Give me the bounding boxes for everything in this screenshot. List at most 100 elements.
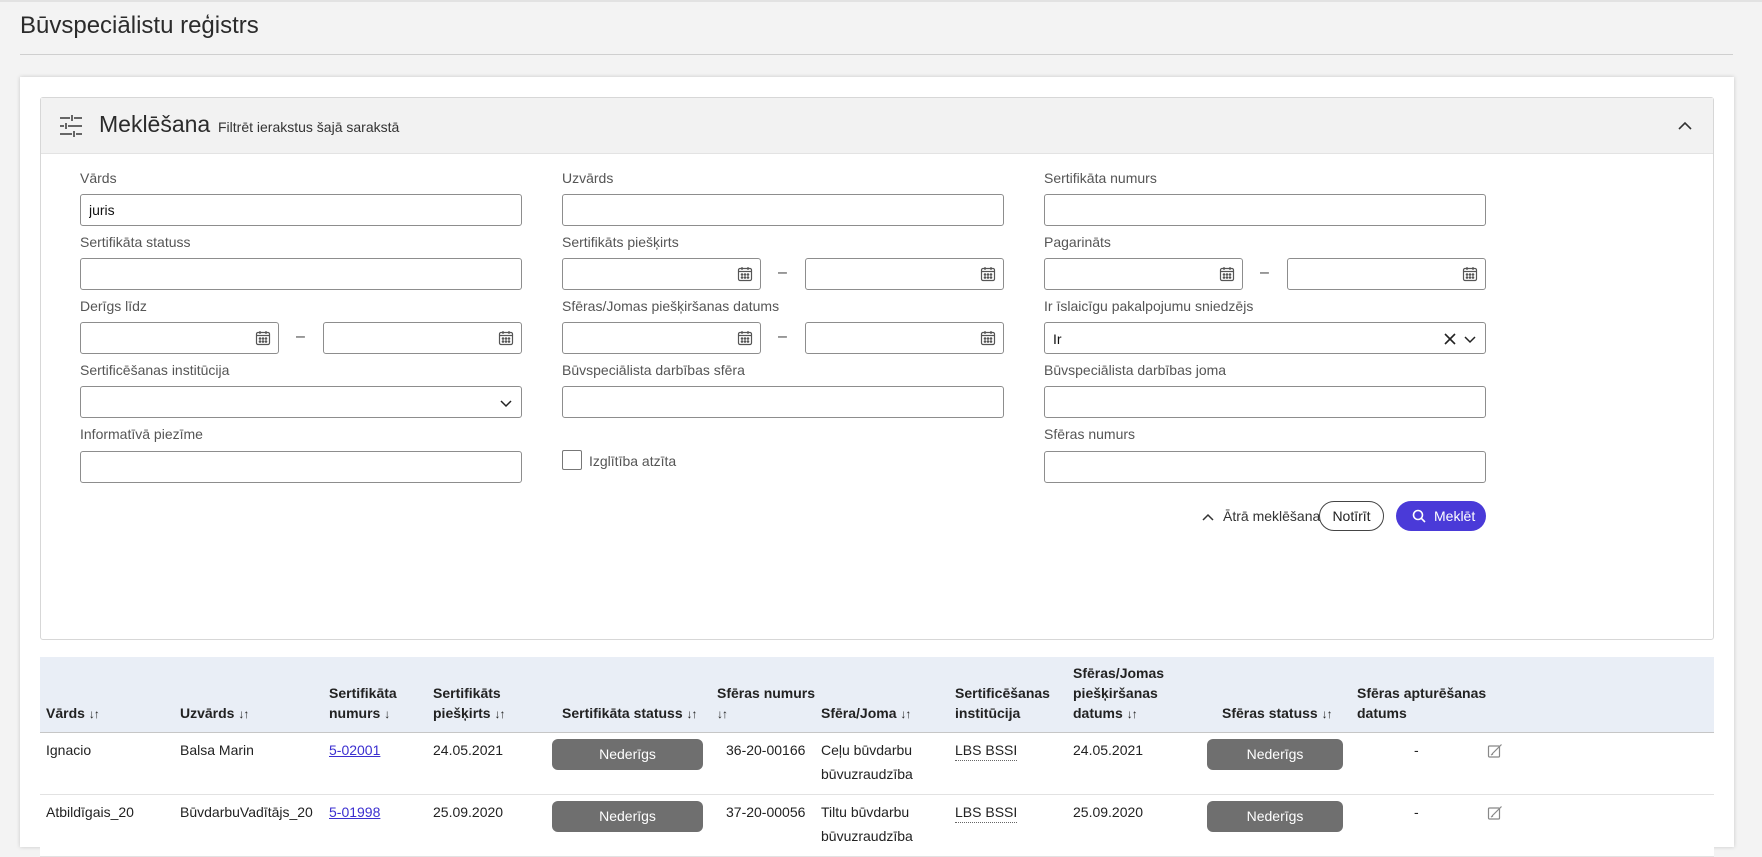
cell-uzvards: BūvdarbuVadītājs_20 (180, 804, 313, 820)
sert-statuss-input[interactable] (80, 258, 522, 290)
col-sferas-datums-label-3: datums (1073, 705, 1123, 721)
piezime-label: Informatīvā piezīme (80, 426, 203, 442)
calendar-icon[interactable] (1219, 266, 1235, 282)
derigs-lidz-from-date[interactable] (80, 322, 279, 354)
search-title: Meklēšana (99, 111, 211, 137)
edit-icon[interactable] (1487, 743, 1503, 759)
sort-down-icon: ↓ (384, 707, 390, 721)
uzvards-label: Uzvārds (562, 170, 614, 186)
collapse-search-button[interactable] (1675, 116, 1695, 136)
sert-statuss-label: Sertifikāta statuss (80, 234, 191, 250)
title-divider (20, 54, 1733, 55)
institucija-select[interactable] (80, 386, 522, 418)
vards-label: Vārds (80, 170, 117, 186)
sferas-datums-label: Sfēras/Jomas piešķiršanas datums (562, 298, 780, 314)
col-institucija-label-1: Sertificēšanas (955, 685, 1050, 701)
cell-sert-pieskirts: 24.05.2021 (433, 742, 504, 758)
search-button[interactable]: Meklēt (1396, 501, 1486, 531)
status-badge: Nederīgs (1207, 739, 1343, 770)
sert-numurs-label: Sertifikāta numurs (1044, 170, 1157, 186)
sert-numurs-input[interactable] (1044, 194, 1486, 226)
uzvards-input[interactable] (562, 194, 1004, 226)
col-sfera-joma[interactable]: Sfēra/Joma ↓↑ (821, 703, 911, 724)
sferas-numurs-label: Sfēras numurs (1044, 426, 1136, 442)
izglitiba-label[interactable]: Izglītība atzīta (589, 453, 676, 469)
quick-search-label: Ātrā meklēšana (1223, 508, 1321, 524)
col-apturesanas[interactable]: Sfēras apturēšanas datums (1357, 683, 1486, 723)
filter-sliders-icon (60, 115, 82, 137)
col-sferas-numurs[interactable]: Sfēras numurs ↓↑ (717, 683, 815, 724)
sort-icon: ↓↑ (88, 707, 100, 721)
col-sferas-datums[interactable]: Sfēras/Jomas piešķiršanas datums ↓↑ (1073, 663, 1164, 724)
cell-vards: Ignacio (46, 742, 92, 758)
col-sert-statuss[interactable]: Sertifikāta statuss ↓↑ (562, 703, 698, 724)
col-uzvards[interactable]: Uzvārds ↓↑ (180, 703, 249, 724)
derigs-lidz-to-date[interactable] (323, 322, 522, 354)
darbibas-sfera-input[interactable] (562, 386, 1004, 418)
calendar-icon[interactable] (737, 330, 753, 346)
status-badge: Nederīgs (1207, 801, 1343, 832)
sferas-numurs-input[interactable] (1044, 451, 1486, 483)
calendar-icon[interactable] (255, 330, 271, 346)
calendar-icon[interactable] (1462, 266, 1478, 282)
status-badge: Nederīgs (552, 801, 703, 832)
darbibas-joma-input[interactable] (1044, 386, 1486, 418)
col-sert-statuss-label: Sertifikāta statuss (562, 705, 683, 721)
sort-icon: ↓↑ (900, 707, 911, 721)
cell-sferas-datums: 24.05.2021 (1073, 742, 1144, 758)
table-row[interactable]: Atbildīgais_20 BūvdarbuVadītājs_20 5-019… (40, 795, 1714, 857)
calendar-icon[interactable] (737, 266, 753, 282)
table-row[interactable]: Ignacio Balsa Marin 5-02001 24.05.2021 N… (40, 733, 1714, 795)
clear-button[interactable]: Notīrīt (1319, 501, 1384, 531)
sert-pieskirts-from-date[interactable] (562, 258, 761, 290)
content-card: Meklēšana Filtrēt ierakstus šajā sarakst… (20, 77, 1734, 857)
calendar-icon[interactable] (980, 266, 996, 282)
col-sert-pieskirts[interactable]: Sertifikāts piešķirts ↓↑ (433, 683, 505, 724)
quick-search-toggle[interactable]: Ātrā meklēšana (1201, 508, 1320, 526)
col-vards-label: Vārds (46, 705, 85, 721)
islaicigu-value: Ir (1053, 331, 1062, 347)
sort-icon: ↓↑ (717, 707, 728, 721)
col-sert-numurs[interactable]: Sertifikāta numurs ↓ (329, 683, 397, 724)
cell-sert-numurs-link[interactable]: 5-01998 (329, 800, 380, 824)
search-subtitle: Filtrēt ierakstus šajā sarakstā (218, 119, 400, 135)
col-sert-pieskirts-label-1: Sertifikāts (433, 685, 501, 701)
sert-pieskirts-to-date[interactable] (805, 258, 1004, 290)
pagarinats-to-date[interactable] (1287, 258, 1486, 290)
table-header: Vārds ↓↑ Uzvārds ↓↑ Sertifikāta numurs ↓ … (40, 657, 1714, 733)
col-vards[interactable]: Vārds ↓↑ (46, 703, 100, 724)
sort-icon: ↓↑ (1321, 707, 1333, 721)
col-institucija[interactable]: Sertificēšanas institūcija (955, 683, 1050, 723)
chevron-down-icon[interactable] (499, 397, 513, 409)
pagarinats-label: Pagarināts (1044, 234, 1111, 250)
search-header[interactable]: Meklēšana Filtrēt ierakstus šajā sarakst… (41, 98, 1713, 154)
chevron-down-icon[interactable] (1463, 333, 1477, 345)
col-sferas-numurs-label: Sfēras numurs (717, 685, 816, 701)
piezime-input[interactable] (80, 451, 522, 483)
vards-input[interactable] (80, 194, 522, 226)
col-institucija-label-2: institūcija (955, 705, 1021, 721)
col-sferas-statuss[interactable]: Sfēras statuss ↓↑ (1222, 703, 1333, 724)
clear-x-icon[interactable] (1443, 332, 1457, 346)
islaicigu-select[interactable]: Ir (1044, 322, 1486, 354)
izglitiba-checkbox[interactable] (562, 450, 582, 470)
cell-apturesanas: - (1414, 804, 1419, 820)
cell-sferas-numurs: 36-20-00166 (726, 742, 806, 758)
col-sert-numurs-label-2: numurs (329, 705, 381, 721)
page-title: Būvspeciālistu reģistrs (20, 12, 259, 39)
cell-sert-numurs-link[interactable]: 5-02001 (329, 738, 380, 762)
col-sert-numurs-label-1: Sertifikāta (329, 685, 397, 701)
calendar-icon[interactable] (498, 330, 514, 346)
islaicigu-label: Ir īslaicīgu pakalpojumu sniedzējs (1044, 298, 1254, 314)
sferas-datums-from-date[interactable] (562, 322, 761, 354)
results-table: Vārds ↓↑ Uzvārds ↓↑ Sertifikāta numurs ↓ … (40, 657, 1714, 857)
edit-icon[interactable] (1487, 805, 1503, 821)
cell-uzvards: Balsa Marin (180, 742, 254, 758)
calendar-icon[interactable] (980, 330, 996, 346)
sort-icon: ↓↑ (1126, 707, 1138, 721)
sferas-datums-to-date[interactable] (805, 322, 1004, 354)
chevron-up-icon (1678, 121, 1692, 130)
pagarinats-from-date[interactable] (1044, 258, 1243, 290)
sert-pieskirts-label: Sertifikāts piešķirts (562, 234, 679, 250)
col-apturesanas-label-1: Sfēras apturēšanas (1357, 685, 1487, 701)
